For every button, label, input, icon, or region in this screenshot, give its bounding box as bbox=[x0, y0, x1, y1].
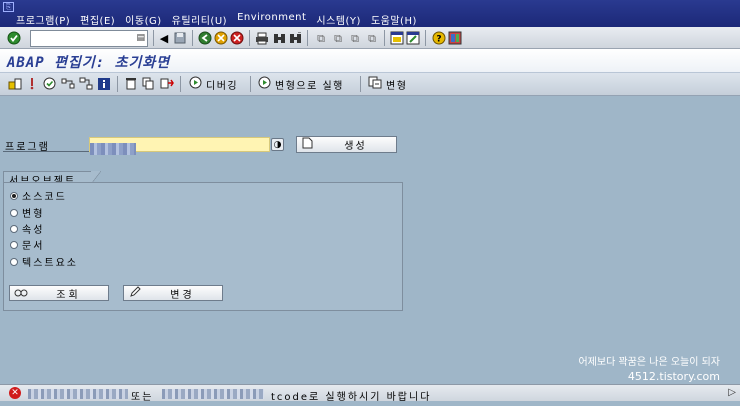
radio-button[interactable] bbox=[10, 240, 18, 249]
redacted-program-name bbox=[90, 143, 136, 155]
menu-goto[interactable]: 이동(G) bbox=[125, 12, 161, 27]
menu-help[interactable]: 도움말(H) bbox=[371, 12, 417, 27]
command-field[interactable]: ▤ bbox=[30, 30, 148, 47]
display-button[interactable]: 조회 bbox=[9, 285, 109, 301]
bottom-strip bbox=[0, 401, 740, 406]
radio-attributes[interactable]: 속성 bbox=[10, 221, 44, 236]
cancel-icon[interactable] bbox=[229, 30, 245, 46]
delete-icon[interactable] bbox=[123, 76, 138, 91]
radio-text-elements[interactable]: 텍스트요소 bbox=[10, 254, 78, 269]
run-with-variant-button[interactable]: 변형으로 실행 bbox=[254, 75, 350, 93]
separator bbox=[192, 30, 193, 46]
next-page-icon[interactable]: ⧉ bbox=[347, 30, 363, 46]
debug-button[interactable]: 디버깅 bbox=[185, 75, 244, 93]
status-bar[interactable]: ✕ 또는 tcode로 실행하시기 바랍니다 ▷ bbox=[0, 384, 740, 403]
svg-text:?: ? bbox=[436, 35, 441, 45]
exit-icon[interactable] bbox=[213, 30, 229, 46]
rename-icon[interactable] bbox=[159, 76, 174, 91]
standard-toolbar: ▤ ◀ ⧉ ⧉ ⧉ ⧉ ? bbox=[0, 27, 740, 49]
object-list-icon[interactable] bbox=[78, 76, 93, 91]
menu-edit[interactable]: 편집(E) bbox=[80, 12, 115, 27]
new-session-icon[interactable] bbox=[389, 30, 405, 46]
check-icon[interactable] bbox=[24, 76, 39, 91]
system-menu-icon[interactable]: ⎘ bbox=[3, 2, 14, 12]
value-help-icon[interactable]: ◑ bbox=[271, 138, 284, 151]
document-icon bbox=[299, 137, 315, 152]
separator bbox=[250, 76, 251, 92]
watermark: 어제보다 꽉꿈은 나은 오늘이 되자 4512.tistory.com bbox=[578, 357, 720, 383]
separator bbox=[384, 30, 385, 46]
separator bbox=[425, 30, 426, 46]
layout-icon[interactable] bbox=[447, 30, 463, 46]
menu-utilities[interactable]: 유틸리티(U) bbox=[172, 12, 227, 27]
activate-icon[interactable] bbox=[42, 76, 57, 91]
menu-program[interactable]: 프로그램(P) bbox=[16, 12, 70, 27]
separator bbox=[249, 30, 250, 46]
first-page-icon[interactable]: ⧉ bbox=[313, 30, 329, 46]
redacted-status-text bbox=[162, 389, 264, 399]
shortcut-icon[interactable] bbox=[405, 30, 421, 46]
page-title: ABAP 편집기: 초기화면 bbox=[7, 55, 171, 71]
enter-icon[interactable] bbox=[6, 30, 22, 46]
status-expand-icon[interactable]: ▷ bbox=[728, 387, 736, 398]
radio-button[interactable] bbox=[10, 191, 18, 200]
prev-page-icon[interactable]: ⧉ bbox=[330, 30, 346, 46]
radio-button[interactable] bbox=[10, 208, 18, 217]
menu-items: 프로그램(P) 편집(E) 이동(G) 유틸리티(U) Environment … bbox=[16, 12, 417, 27]
find-icon[interactable] bbox=[271, 30, 287, 46]
back-green-icon[interactable] bbox=[197, 30, 213, 46]
separator bbox=[360, 76, 361, 92]
separator bbox=[180, 76, 181, 92]
change-button[interactable]: 변경 bbox=[123, 285, 223, 301]
execute-icon bbox=[258, 76, 271, 92]
separator bbox=[153, 30, 154, 46]
radio-documentation[interactable]: 문서 bbox=[10, 237, 44, 252]
variant-button[interactable]: 변형 bbox=[364, 75, 413, 93]
print-icon[interactable] bbox=[254, 30, 270, 46]
where-used-icon[interactable] bbox=[60, 76, 75, 91]
last-page-icon[interactable]: ⧉ bbox=[364, 30, 380, 46]
radio-button[interactable] bbox=[10, 257, 18, 266]
title-bar: ABAP 편집기: 초기화면 bbox=[0, 49, 740, 73]
find-next-icon[interactable] bbox=[287, 30, 303, 46]
separator bbox=[117, 76, 118, 92]
back-icon[interactable]: ◀ bbox=[156, 30, 172, 46]
radio-variant[interactable]: 변형 bbox=[10, 205, 44, 220]
separator bbox=[307, 30, 308, 46]
menu-system[interactable]: 시스템(Y) bbox=[316, 12, 361, 27]
create-button[interactable]: 생성 bbox=[296, 136, 397, 153]
radio-button[interactable] bbox=[10, 224, 18, 233]
save-icon[interactable] bbox=[172, 30, 188, 46]
help-icon[interactable]: ? bbox=[431, 30, 447, 46]
pencil-icon bbox=[127, 285, 143, 301]
application-toolbar: 디버깅 변형으로 실행 변형 bbox=[0, 73, 740, 96]
info-icon[interactable] bbox=[96, 76, 111, 91]
error-icon: ✕ bbox=[9, 387, 21, 399]
glasses-icon bbox=[13, 287, 29, 300]
dropdown-icon[interactable]: ▤ bbox=[136, 33, 145, 43]
execute-icon bbox=[189, 76, 202, 92]
radio-source-code[interactable]: 소스코드 bbox=[10, 188, 67, 203]
copy-icon[interactable] bbox=[141, 76, 156, 91]
menu-bar: ⎘ 프로그램(P) 편집(E) 이동(G) 유틸리티(U) Environmen… bbox=[0, 0, 740, 27]
redacted-status-text bbox=[28, 389, 128, 399]
menu-environment[interactable]: Environment bbox=[237, 12, 306, 27]
variant-icon bbox=[368, 76, 382, 92]
other-object-icon[interactable] bbox=[7, 76, 22, 91]
